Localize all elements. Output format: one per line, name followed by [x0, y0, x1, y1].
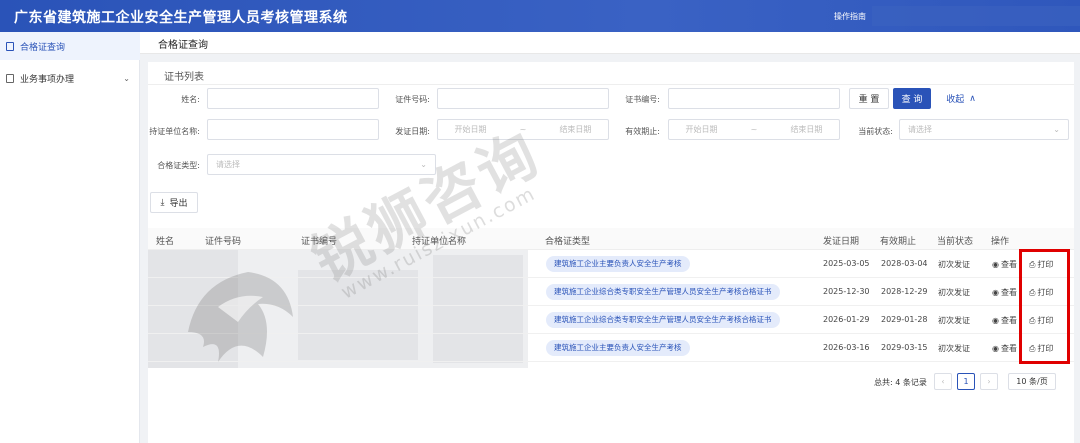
chevron-down-icon: ⌄ — [1053, 125, 1060, 134]
view-button[interactable]: ◉ 查看 — [992, 287, 1017, 298]
col-actions: 操作 — [991, 237, 1010, 247]
eye-icon: ◉ — [992, 260, 999, 269]
export-button[interactable]: ⤓ 导出 — [150, 192, 198, 213]
cert-type-tag: 建筑施工企业综合类专职安全生产管理人员安全生产考核合格证书 — [546, 312, 780, 328]
id-label: 证件号码: — [395, 95, 430, 104]
sidebar-item-label: 合格证查询 — [20, 42, 66, 53]
eye-icon: ◉ — [992, 316, 999, 325]
start-date-placeholder: 开始日期 — [685, 125, 718, 134]
view-button[interactable]: ◉ 查看 — [992, 259, 1017, 270]
lion-logo-icon — [188, 272, 293, 362]
page-size-select[interactable]: 10 条/页 — [1008, 373, 1056, 390]
view-button[interactable]: ◉ 查看 — [992, 343, 1017, 354]
unit-name-input[interactable] — [207, 119, 379, 140]
col-type: 合格证类型 — [545, 237, 591, 247]
view-label: 查看 — [1000, 316, 1017, 325]
divider — [148, 84, 1074, 85]
valid-until-range[interactable]: 开始日期 ~ 结束日期 — [668, 119, 840, 140]
view-label: 查看 — [1000, 288, 1017, 297]
end-date-placeholder: 结束日期 — [790, 125, 823, 134]
top-header: 广东省建筑施工企业安全生产管理人员考核管理系统 操作指南 — [0, 0, 1080, 32]
view-button[interactable]: ◉ 查看 — [992, 315, 1017, 326]
sidebar-item-cert-query[interactable]: 合格证查询 — [0, 32, 140, 60]
issue-date: 2025-03-05 — [823, 259, 870, 268]
col-valid-until: 有效期止 — [880, 237, 917, 247]
page-title: 合格证查询 — [158, 40, 208, 51]
end-date-placeholder: 结束日期 — [559, 125, 592, 134]
valid-until: 2028-03-04 — [881, 259, 928, 268]
collapse-button[interactable]: 收起 ∧ — [938, 88, 984, 109]
sidebar-item-label: 业务事项办理 — [20, 74, 75, 85]
id-number-input[interactable] — [437, 88, 609, 109]
col-issue-date: 发证日期 — [823, 237, 860, 247]
name-input[interactable] — [207, 88, 379, 109]
issue-date: 2025-12-30 — [823, 287, 870, 296]
highlight-box — [1019, 249, 1070, 364]
guide-link[interactable]: 操作指南 — [834, 11, 866, 22]
user-area[interactable] — [872, 6, 1080, 26]
main-card: 证书列表 姓名: 证件号码: 证书编号: 重 置 查 询 收起 ∧ 持证单位名称… — [148, 62, 1074, 443]
total-records: 总共: 4 条记录 — [874, 377, 927, 387]
eye-icon: ◉ — [992, 288, 999, 297]
cert-type-tag: 建筑施工企业综合类专职安全生产管理人员安全生产考核合格证书 — [546, 284, 780, 300]
status-label: 当前状态: — [858, 127, 893, 136]
col-id: 证件号码 — [205, 237, 242, 247]
sidebar-item-business[interactable]: 业务事项办理 ⌄ — [0, 64, 140, 92]
valid-until: 2029-01-28 — [881, 315, 928, 324]
issue-date-label: 发证日期: — [395, 127, 430, 136]
issue-date: 2026-01-29 — [823, 315, 870, 324]
status: 初次发证 — [938, 288, 970, 297]
chevron-up-icon: ∧ — [969, 93, 976, 104]
select-placeholder: 请选择 — [216, 160, 240, 169]
cert-no-label: 证书编号: — [625, 95, 660, 104]
table-header: 姓名 证件号码 证书编号 持证单位名称 合格证类型 发证日期 有效期止 当前状态… — [148, 228, 1074, 250]
unit-label: 持证单位名称: — [149, 127, 200, 136]
name-label: 姓名: — [181, 95, 200, 104]
prev-page-button[interactable]: ‹ — [934, 373, 952, 390]
card-title: 证书列表 — [164, 72, 204, 83]
valid-until: 2028-12-29 — [881, 287, 928, 296]
cert-number-input[interactable] — [668, 88, 840, 109]
cert-type-tag: 建筑施工企业主要负责人安全生产考核 — [546, 256, 690, 272]
view-label: 查看 — [1000, 260, 1017, 269]
range-separator: ~ — [750, 125, 758, 134]
type-label: 合格证类型: — [157, 161, 200, 170]
chevron-down-icon: ⌄ — [123, 73, 130, 83]
download-icon: ⤓ — [160, 197, 165, 208]
collapse-label: 收起 — [946, 95, 965, 105]
next-page-button[interactable]: › — [980, 373, 998, 390]
status-select[interactable]: 请选择 ⌄ — [899, 119, 1069, 140]
reset-button[interactable]: 重 置 — [849, 88, 889, 109]
export-label: 导出 — [169, 199, 188, 209]
system-title: 广东省建筑施工企业安全生产管理人员考核管理系统 — [14, 10, 348, 26]
status: 初次发证 — [938, 260, 970, 269]
select-placeholder: 请选择 — [908, 125, 932, 134]
page-size-label: 10 条/页 — [1016, 377, 1048, 386]
valid-until: 2029-03-15 — [881, 343, 928, 352]
col-status: 当前状态 — [937, 237, 974, 247]
eye-icon: ◉ — [992, 344, 999, 353]
document-icon — [6, 73, 14, 83]
document-icon — [6, 41, 14, 51]
status: 初次发证 — [938, 344, 970, 353]
col-name: 姓名 — [156, 237, 175, 247]
status: 初次发证 — [938, 316, 970, 325]
breadcrumb: 合格证查询 — [140, 32, 1080, 54]
issue-date: 2026-03-16 — [823, 343, 870, 352]
page-1-button[interactable]: 1 — [957, 373, 975, 390]
cert-type-tag: 建筑施工企业主要负责人安全生产考核 — [546, 340, 690, 356]
view-label: 查看 — [1000, 344, 1017, 353]
query-button[interactable]: 查 询 — [893, 88, 931, 109]
valid-until-label: 有效期止: — [625, 127, 660, 136]
sidebar: 合格证查询 业务事项办理 ⌄ — [0, 32, 140, 443]
